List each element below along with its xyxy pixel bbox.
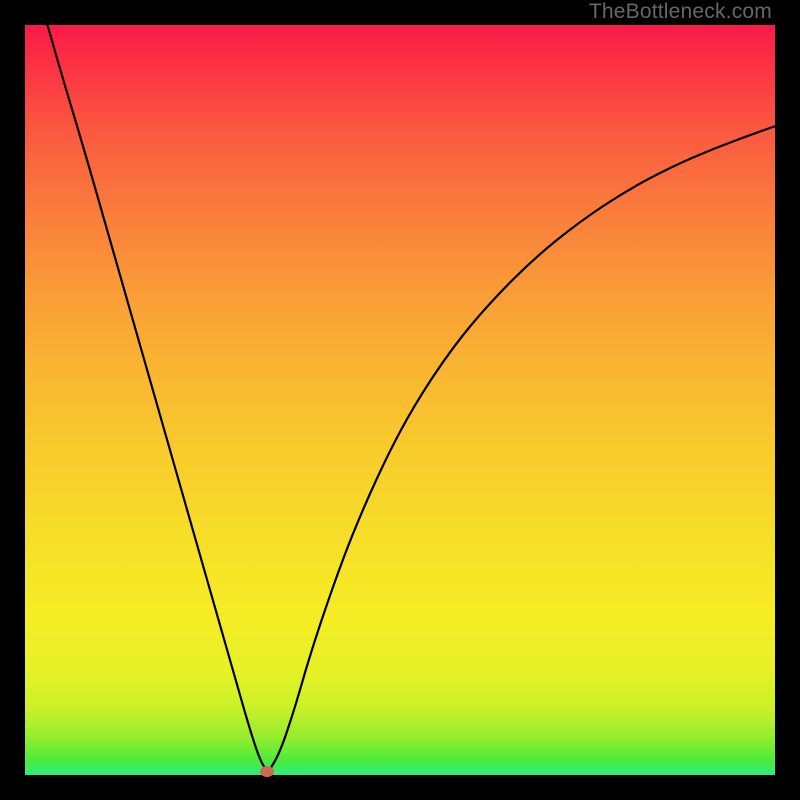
curve-right-branch (269, 126, 775, 771)
minimum-marker (260, 766, 274, 777)
watermark-text: TheBottleneck.com (589, 0, 772, 24)
chart-frame (25, 25, 775, 775)
chart-curve-svg (25, 25, 775, 775)
curve-left-branch (48, 25, 269, 771)
